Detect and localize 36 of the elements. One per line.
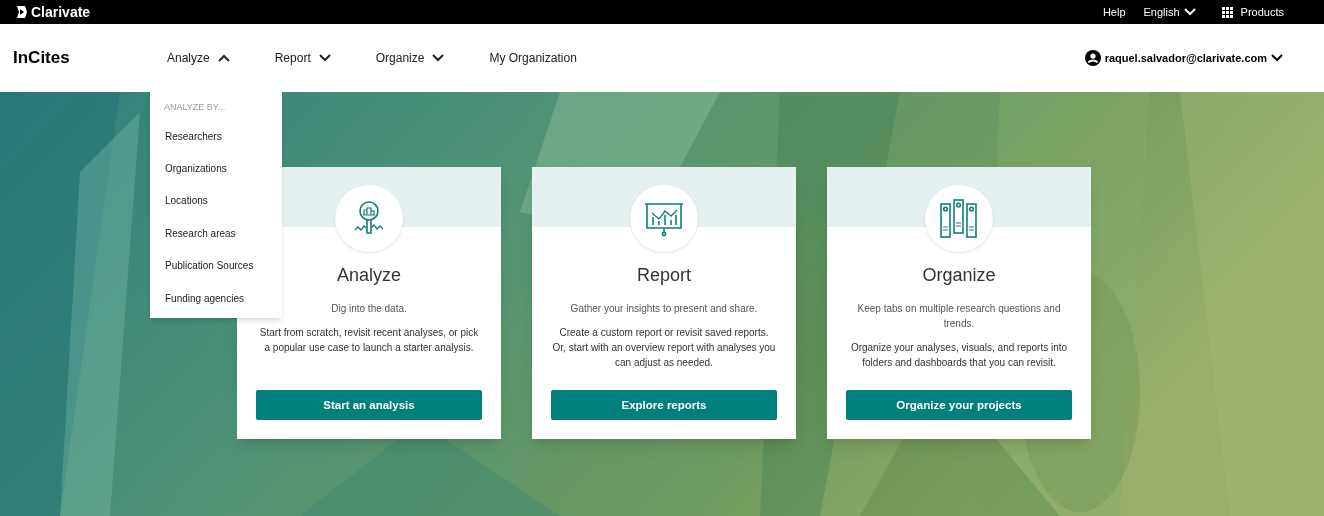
card-description: Organize your analyses, visuals, and reports into folders and dashboards that you can revisit. (849, 341, 1069, 371)
card-title: Analyze (336, 264, 401, 288)
nav-link[interactable]: My Organization (489, 49, 577, 67)
brand-name: Clarivate (31, 2, 91, 22)
nav-menu[interactable]: Analyze (167, 49, 230, 67)
grid-icon (1221, 6, 1233, 18)
menu-item[interactable]: Locations (150, 184, 282, 218)
product-name: InCites (13, 47, 71, 70)
card-description: Start from scratch, revisit recent analyses, or pick a popular use case to launch a starter analysis. (258, 326, 480, 356)
user-icon (1084, 50, 1101, 66)
nav-menu[interactable]: Report (274, 49, 331, 67)
card-action-button[interactable]: Organize your projects (846, 390, 1072, 420)
user-menu[interactable]: raquel.salvador@clarivate.com (1084, 49, 1283, 67)
menu-item[interactable]: Funding agencies (150, 281, 282, 315)
language-dropdown[interactable]: English (1143, 3, 1196, 21)
presentation-board-icon (643, 200, 685, 237)
card-action-button[interactable]: Start an analysis (256, 390, 482, 420)
products-button[interactable]: Products (1221, 3, 1284, 21)
chevron-icon (1183, 8, 1196, 16)
card-description: Create a custom report or revisit saved reports. Or, start with an overview report with analyses you can adjust as needed. (552, 326, 776, 371)
card-title: Organize (922, 264, 996, 288)
card-summary: Keep tabs on multiple research questions and trends. (856, 302, 1062, 332)
binders-icon (939, 198, 979, 239)
card-title: Report (637, 264, 691, 288)
menu-heading: ANALYZE BY... (163, 101, 227, 114)
card-action-button[interactable]: Explore reports (551, 390, 777, 420)
menu-item[interactable]: Researchers (150, 120, 282, 153)
chevron-icon (1271, 54, 1283, 62)
menu-item[interactable]: Research areas (150, 217, 282, 250)
card-summary: Gather your insights to present and share. (570, 302, 758, 317)
card-summary: Dig into the data. (331, 302, 407, 317)
menu-item[interactable]: Organizations (150, 152, 282, 185)
logo-icon (14, 5, 28, 19)
menu-item[interactable]: Publication Sources (150, 249, 282, 282)
help-link[interactable]: Help (1102, 3, 1126, 21)
nav-menu[interactable]: Organize (375, 49, 445, 67)
